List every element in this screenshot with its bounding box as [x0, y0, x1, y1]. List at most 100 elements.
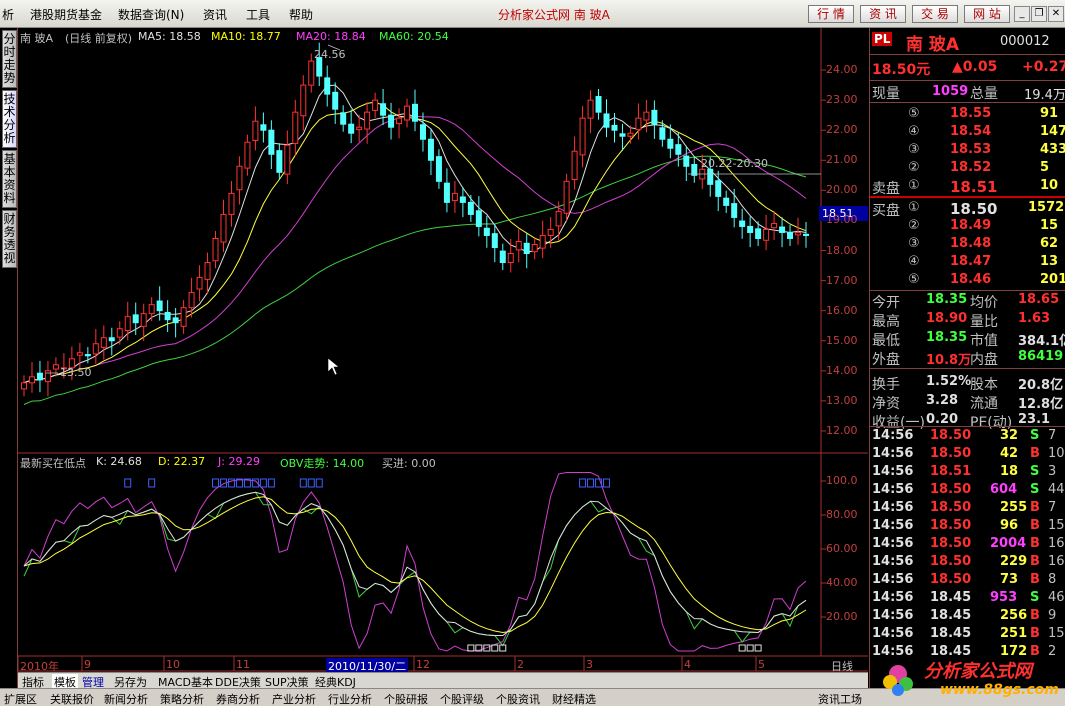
tick-time: 14:56: [872, 518, 914, 533]
status-tab[interactable]: 资讯工场: [818, 691, 862, 706]
tick-price: 18.50: [930, 446, 972, 461]
price-tick-label: 19.00: [826, 213, 858, 227]
status-tab[interactable]: 扩展区: [4, 691, 37, 706]
tick-time: 14:56: [872, 500, 914, 515]
candle-body: [364, 111, 371, 130]
indicator-tick-label: 40.00: [826, 576, 858, 589]
tick-count: 8: [1048, 572, 1057, 587]
stat-label: 换手: [872, 377, 900, 393]
tick-side: S: [1030, 482, 1040, 497]
candle-body: [100, 337, 107, 348]
tick-volume: 251: [1000, 626, 1028, 641]
trade-button[interactable]: 交 易: [912, 5, 958, 23]
tick-time: 14:56: [872, 572, 914, 587]
watermark-logo: 分析家公式网 www.88gs.com: [880, 654, 1065, 706]
price-tick-label: 21.00: [826, 153, 858, 167]
tick-count: 44: [1048, 482, 1065, 497]
tick-side: B: [1030, 518, 1040, 533]
buy-level: ③: [908, 236, 920, 251]
tick-volume: 96: [1000, 518, 1019, 533]
tick-price: 18.50: [930, 572, 972, 587]
candle-body: [196, 277, 203, 290]
sell-price: 18.53: [950, 142, 992, 157]
menu-item-news[interactable]: 资讯: [203, 6, 227, 23]
candle-body: [539, 234, 546, 249]
tick-count: 10: [1048, 446, 1065, 461]
minimize-icon[interactable]: _: [1014, 6, 1030, 22]
side-tabs: 分时走势 技术分析 基本资料 财务透视: [0, 28, 18, 688]
quote-button[interactable]: 行 情: [808, 5, 854, 23]
stat-value: 384.1亿: [1018, 334, 1065, 349]
tick-time: 14:56: [872, 590, 914, 605]
status-tab[interactable]: 券商分析: [216, 691, 260, 706]
status-tab[interactable]: 策略分析: [160, 691, 204, 706]
stat-label: 最高: [872, 314, 900, 330]
stat-value: 18.35: [926, 330, 968, 345]
candle-body: [404, 105, 411, 121]
price-tick-label: 16.00: [826, 303, 858, 317]
tick-side: S: [1030, 590, 1040, 605]
total-volume-label: 总量: [970, 86, 998, 102]
tab-financials[interactable]: 财务透视: [2, 210, 17, 268]
date-tick-label: 5: [758, 658, 765, 671]
sell-price: 18.51: [950, 178, 998, 196]
chart-mode[interactable]: (日线 前复权): [65, 30, 132, 46]
chart-area[interactable]: 南 玻A (日线 前复权) MA5: 18.58 MA10: 18.77 MA2…: [18, 28, 868, 688]
tab-intraday[interactable]: 分时走势: [2, 30, 17, 88]
candle-body: [356, 126, 363, 131]
candle-body: [236, 165, 243, 191]
stat-value: 1.63: [1018, 311, 1051, 326]
menu-item-tools[interactable]: 工具: [246, 6, 270, 23]
tick-price: 18.45: [930, 626, 972, 641]
indicator-name[interactable]: 最新买在低点: [20, 455, 86, 471]
close-icon[interactable]: ✕: [1048, 6, 1064, 22]
status-tab[interactable]: 个股资讯: [496, 691, 540, 706]
status-tab[interactable]: 财经精选: [552, 691, 596, 706]
menu-item-hk-futures[interactable]: 港股期货基金: [30, 6, 102, 23]
tick-time: 14:56: [872, 626, 914, 641]
status-tab[interactable]: 个股研报: [384, 691, 428, 706]
tick-time: 14:56: [872, 608, 914, 623]
news-button[interactable]: 资 讯: [860, 5, 906, 23]
pl-badge: PL: [872, 32, 893, 46]
status-tab[interactable]: 产业分析: [272, 691, 316, 706]
quote-title: 南 玻A: [906, 35, 960, 55]
status-tab[interactable]: 关联报价: [50, 691, 94, 706]
status-tab[interactable]: 行业分析: [328, 691, 372, 706]
menu-item-analysis[interactable]: 析: [2, 6, 14, 23]
candle-body: [507, 253, 514, 264]
candle-body: [108, 337, 115, 342]
candle-body: [515, 240, 522, 251]
candle-body: [587, 99, 594, 119]
candle-body: [611, 124, 618, 131]
price-tick-label: 23.00: [826, 93, 858, 107]
candle-body: [324, 77, 331, 95]
menu-item-help[interactable]: 帮助: [289, 6, 313, 23]
price-tick-label: 24.00: [826, 63, 858, 77]
kline-chart[interactable]: [18, 28, 868, 688]
tick-price: 18.51: [930, 464, 972, 479]
candle-body: [483, 227, 490, 236]
website-button[interactable]: 网 站: [964, 5, 1010, 23]
last-price: 18.50元: [872, 62, 931, 78]
sell-level: ①: [908, 178, 920, 193]
candle-body: [531, 243, 538, 253]
status-tab[interactable]: 个股评级: [440, 691, 484, 706]
buy-level: ②: [908, 218, 920, 233]
restore-icon[interactable]: ❐: [1031, 6, 1047, 22]
candle-body: [563, 180, 570, 214]
tab-fundamentals[interactable]: 基本资料: [2, 150, 17, 208]
stat-label: 外盘: [872, 352, 900, 368]
candle-body: [499, 250, 506, 264]
menu-item-data-query[interactable]: 数据查询(N): [118, 6, 184, 23]
tab-technical[interactable]: 技术分析: [2, 90, 17, 148]
status-tab[interactable]: 新闻分析: [104, 691, 148, 706]
indicator-toolbar: 指标 模板 管理 另存为 MACD基本 DDE决策 SUP决策 经典KDJ: [18, 672, 868, 690]
stat-label: 内盘: [970, 352, 998, 368]
buy-volume: 201: [1040, 272, 1065, 287]
candle-body: [132, 314, 139, 324]
buy-volume: 15: [1040, 218, 1059, 233]
candle-body: [412, 103, 418, 122]
candle-body: [739, 220, 746, 227]
tick-volume: 255: [1000, 500, 1028, 515]
